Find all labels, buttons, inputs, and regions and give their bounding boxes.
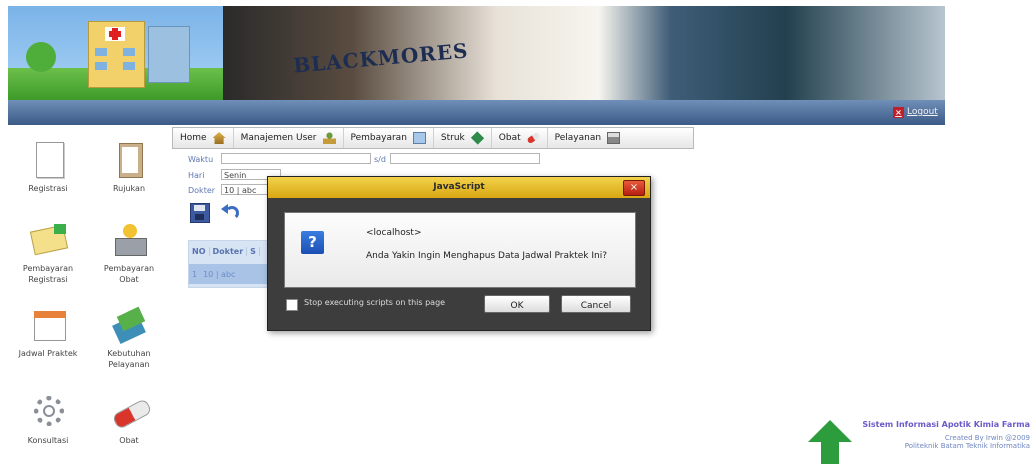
table-cell-no: 1 <box>192 269 198 279</box>
sidebar-item-rujukan[interactable]: Rujukan <box>93 140 165 194</box>
medicine-icon <box>526 131 541 145</box>
payment-icon <box>412 132 426 144</box>
main-menu-bar: Home Manajemen User Pembayaran Struk Oba… <box>172 127 694 149</box>
waktu-label: Waktu <box>188 155 214 164</box>
menu-item-home[interactable]: Home <box>173 128 234 148</box>
sidebar-item-label: Pembayaran Obat <box>103 264 155 284</box>
books-icon <box>109 305 149 345</box>
dialog-message: Anda Yakin Ingin Menghapus Data Jadwal P… <box>366 251 607 261</box>
table-row[interactable]: 1 10 | abc <box>189 264 279 284</box>
printer-icon <box>607 132 621 144</box>
dialog-host: <localhost> <box>366 228 422 238</box>
save-icon[interactable] <box>190 203 210 223</box>
dokter-label: Dokter <box>188 186 216 195</box>
table-header-s: S <box>247 246 260 256</box>
tree-icon <box>26 42 56 72</box>
question-icon: ? <box>301 231 324 254</box>
logout-label: Logout <box>907 107 938 117</box>
sidebar-item-registrasi[interactable]: Registrasi <box>12 140 84 194</box>
stop-scripts-label: Stop executing scripts on this page <box>304 298 446 307</box>
footer-title: Sistem Informasi Apotik Kimia Farma <box>862 420 1030 429</box>
sidebar-item-kebutuhan-pelayanan[interactable]: Kebutuhan Pelayanan <box>93 305 165 370</box>
ok-button[interactable]: OK <box>484 295 550 313</box>
menu-item-pelayanan[interactable]: Pelayanan <box>548 128 627 148</box>
stop-scripts-checkbox[interactable] <box>286 299 298 311</box>
undo-icon[interactable] <box>221 202 243 222</box>
receipt-icon <box>470 131 484 145</box>
sidebar-item-label: Rujukan <box>112 184 146 193</box>
sidebar-item-label: Kebutuhan Pelayanan <box>107 349 151 369</box>
sidebar-item-label: Konsultasi <box>27 436 69 445</box>
footer-institution: Politeknik Batam Teknik Informatika <box>904 442 1030 450</box>
clipboard-icon <box>109 140 149 180</box>
payment-card-icon <box>28 220 69 260</box>
menu-item-manajemen-user[interactable]: Manajemen User <box>234 128 344 148</box>
calendar-icon <box>28 305 68 345</box>
sidebar-item-label: Registrasi <box>28 184 68 193</box>
footer-credit: Created By Irwin @2009 <box>944 434 1030 442</box>
sidebar-item-konsultasi[interactable]: Konsultasi <box>12 392 84 446</box>
table-cell-dokter: 10 | abc <box>203 269 236 279</box>
cancel-button[interactable]: Cancel <box>561 295 631 313</box>
sidebar-item-label: Jadwal Praktek <box>18 349 78 358</box>
gear-icon <box>28 392 68 432</box>
document-icon <box>28 140 68 180</box>
table-header-no: NO <box>189 246 210 256</box>
dialog-title: JavaScript <box>268 177 650 198</box>
pill-icon <box>109 392 153 432</box>
hospital-icon <box>88 21 145 88</box>
menu-item-struk[interactable]: Struk <box>434 128 492 148</box>
sidebar-item-jadwal-praktek[interactable]: Jadwal Praktek <box>12 305 84 359</box>
side-building-icon <box>148 26 190 83</box>
cash-register-icon <box>109 220 149 260</box>
sd-label: s/d <box>374 155 386 164</box>
sidebar-item-pembayaran-registrasi[interactable]: Pembayaran Registrasi <box>12 220 84 285</box>
close-icon[interactable]: × <box>623 180 645 196</box>
dialog-body: ? <localhost> Anda Yakin Ingin Menghapus… <box>284 212 636 288</box>
sidebar-item-pembayaran-obat[interactable]: Pembayaran Obat <box>93 220 165 285</box>
header-banner: BLACKMORES <box>8 6 945 100</box>
waktu-input[interactable] <box>221 153 371 164</box>
sidebar-item-label: Obat <box>119 436 139 445</box>
arrow-up-icon[interactable] <box>808 420 852 464</box>
table-header: NO Dokter S <box>189 241 279 261</box>
javascript-confirm-dialog: JavaScript × ? <localhost> Anda Yakin In… <box>267 176 651 331</box>
user-icon <box>322 132 336 144</box>
top-navbar <box>8 100 945 125</box>
logout-icon: × <box>893 106 904 118</box>
hari-label: Hari <box>188 171 205 180</box>
sd-input[interactable] <box>390 153 540 164</box>
menu-item-obat[interactable]: Obat <box>492 128 548 148</box>
sidebar-item-obat[interactable]: Obat <box>93 392 165 446</box>
sidebar-item-label: Pembayaran Registrasi <box>22 264 74 284</box>
table-header-dokter: Dokter <box>210 246 248 256</box>
menu-item-pembayaran[interactable]: Pembayaran <box>344 128 434 148</box>
house-icon <box>212 132 226 144</box>
logout-link[interactable]: × Logout <box>893 104 938 120</box>
